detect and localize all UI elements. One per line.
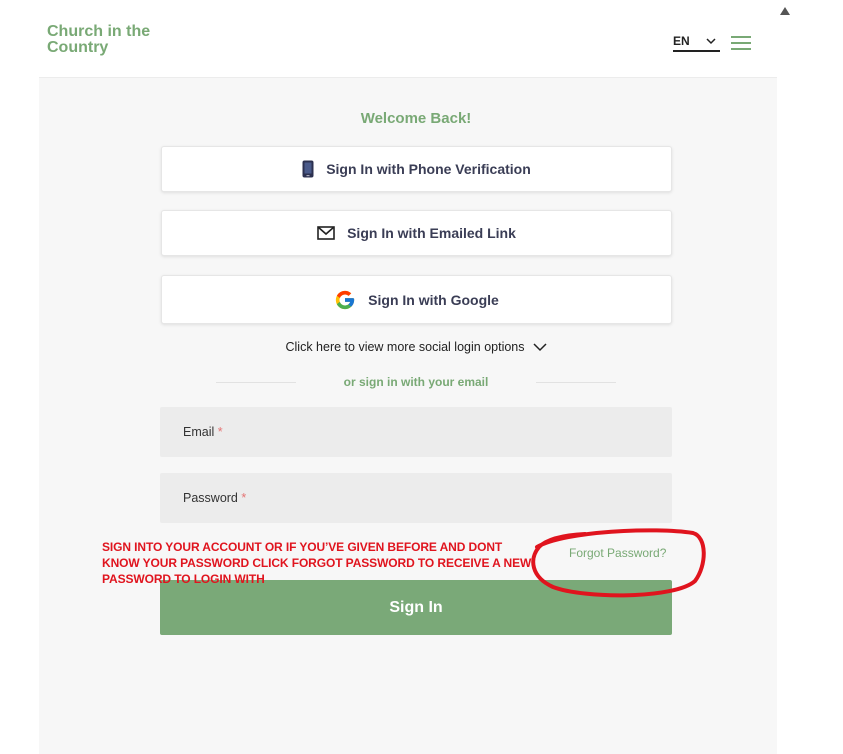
email-label: Email * [183, 425, 223, 439]
phone-signin-button[interactable]: Sign In with Phone Verification [161, 146, 672, 192]
language-select[interactable]: EN [673, 32, 720, 52]
scroll-up-icon[interactable] [779, 5, 791, 17]
email-divider: or sign in with your email [160, 375, 672, 391]
email-required-mark: * [217, 425, 223, 439]
brand-line-1: Church in the [47, 23, 151, 40]
hamburger-menu-icon[interactable] [731, 36, 751, 52]
password-label-text: Password [183, 491, 238, 505]
brand-line-2: Country [47, 39, 109, 56]
divider-text: or sign in with your email [343, 375, 489, 389]
email-link-signin-button[interactable]: Sign In with Emailed Link [161, 210, 672, 256]
welcome-heading: Welcome Back! [360, 110, 472, 127]
annotation-circle [531, 528, 706, 598]
password-required-mark: * [241, 491, 247, 505]
email-field[interactable]: Email * [160, 407, 672, 457]
phone-signin-label: Sign In with Phone Verification [326, 161, 531, 177]
chevron-down-icon [532, 342, 547, 351]
language-value: EN [673, 34, 690, 48]
more-social-label: Click here to view more social login opt… [285, 340, 525, 354]
google-icon [334, 289, 356, 311]
annotation-note: SIGN INTO YOUR ACCOUNT OR IF YOU’VE GIVE… [102, 540, 532, 586]
header: Church in the Country EN [39, 0, 777, 78]
mail-icon [317, 226, 335, 240]
email-link-signin-label: Sign In with Emailed Link [347, 225, 516, 241]
password-label: Password * [183, 491, 246, 505]
password-field[interactable]: Password * [160, 473, 672, 523]
google-signin-button[interactable]: Sign In with Google [161, 275, 672, 324]
more-social-options-toggle[interactable]: Click here to view more social login opt… [160, 340, 672, 354]
google-signin-label: Sign In with Google [368, 291, 499, 308]
brand-logo[interactable]: Church in the Country [47, 24, 187, 56]
email-label-text: Email [183, 425, 215, 439]
phone-icon [302, 160, 314, 178]
chevron-down-icon [706, 37, 716, 44]
